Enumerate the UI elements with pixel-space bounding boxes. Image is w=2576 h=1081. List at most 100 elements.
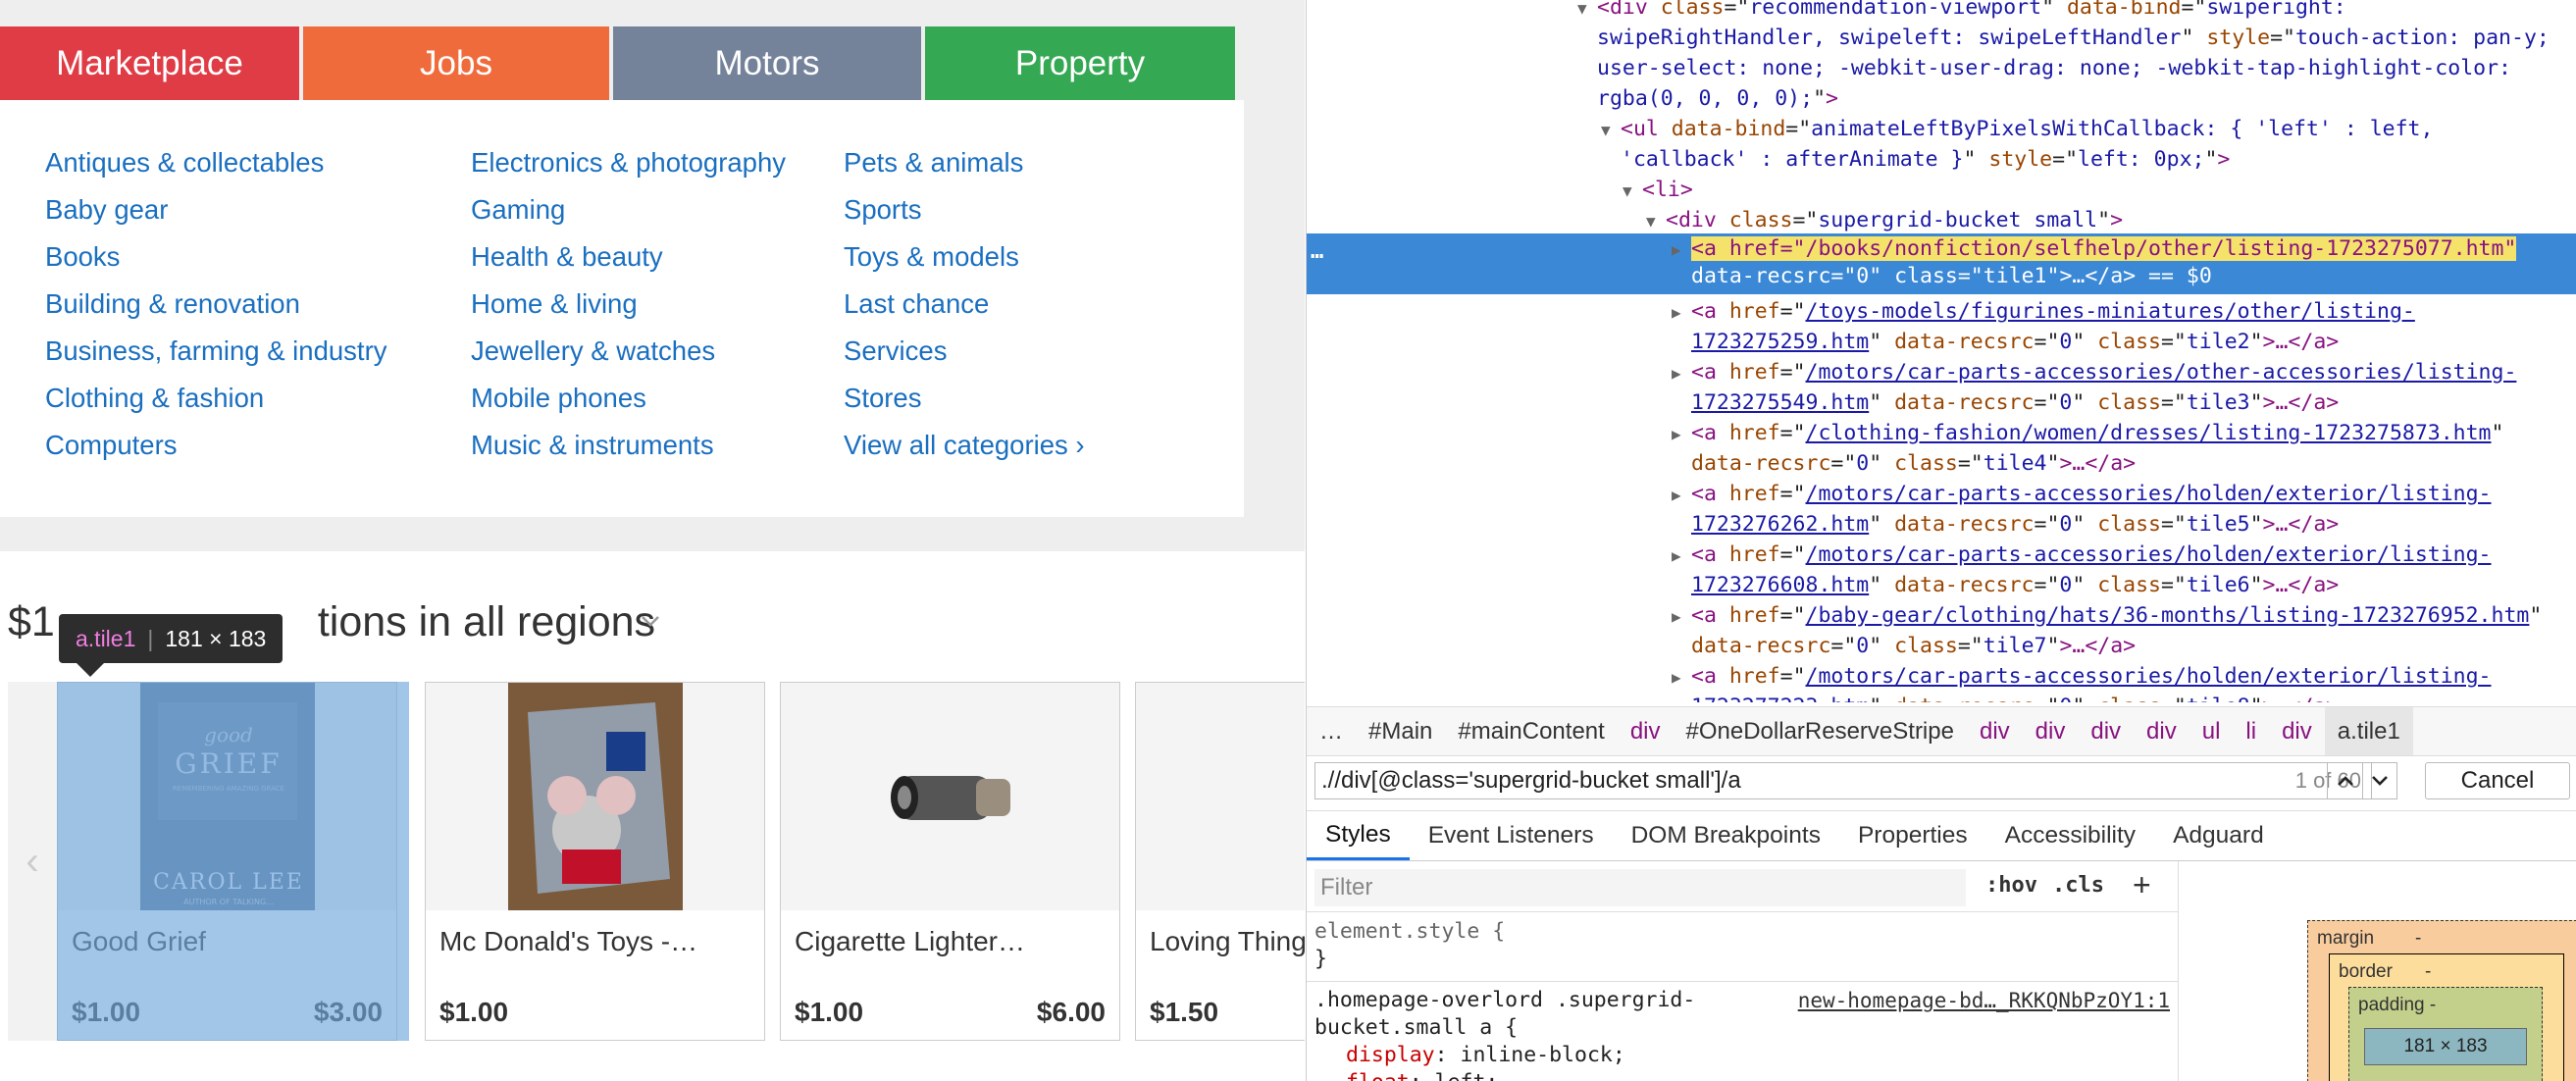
dom-node-line[interactable]: rgba(0, 0, 0, 0);"> [1597, 83, 1838, 114]
expand-triangle-icon[interactable]: ▶ [1672, 297, 1691, 328]
category-link-stores[interactable]: Stores [844, 383, 1085, 430]
tab-event-listeners[interactable]: Event Listeners [1410, 811, 1613, 860]
element-style-rule[interactable]: element.style { [1314, 918, 1505, 946]
tab-dom-breakpoints[interactable]: DOM Breakpoints [1613, 811, 1839, 860]
breadcrumb-item[interactable]: div [2023, 718, 2079, 746]
dom-node-line[interactable]: data-recsrc="0" class="tile4">…</a> [1691, 448, 2136, 479]
breadcrumb-item[interactable]: ul [2190, 718, 2234, 746]
category-link-jewellery-watches[interactable]: Jewellery & watches [471, 335, 786, 383]
cancel-search-button[interactable]: Cancel [2425, 762, 2570, 799]
selected-node-band[interactable]: ▶ <a href="/books/nonfiction/selfhelp/oth… [1307, 233, 2576, 294]
breadcrumb-item[interactable]: … [1307, 718, 1356, 746]
dom-node-line[interactable]: data-recsrc="0" class="tile1">…</a> == $… [1691, 261, 2212, 291]
expand-triangle-icon[interactable]: ▼ [1577, 0, 1597, 24]
category-link-gaming[interactable]: Gaming [471, 194, 786, 241]
xpath-search-input[interactable]: .//div[@class='supergrid-bucket small']/… [1314, 762, 2372, 799]
listing-tile[interactable]: good GRIEF REMEMBERING AMAZING GRACE CAROL … [57, 682, 397, 1041]
prev-match-button[interactable] [2327, 762, 2362, 799]
hover-state-toggle[interactable]: :hov [1985, 873, 2037, 898]
expand-triangle-icon[interactable]: ▶ [1672, 358, 1691, 388]
category-link-home-living[interactable]: Home & living [471, 288, 786, 335]
dom-node-line[interactable]: ▶ <a href="/motors/car-parts-accessories/… [1672, 479, 2492, 509]
new-rule-button[interactable]: + [2133, 867, 2151, 903]
tab-adguard[interactable]: Adguard [2154, 811, 2283, 860]
expand-triangle-icon[interactable]: ▶ [1672, 540, 1691, 571]
dom-node-line[interactable]: ▶ <a href="/motors/car-parts-accessories/… [1672, 661, 2492, 692]
dom-node-line[interactable]: 1723277223.htm" data-recsrc="0" class="t… [1691, 692, 2339, 702]
breadcrumb-item[interactable]: div [2134, 718, 2190, 746]
css-declaration-float[interactable]: float: left; [1346, 1069, 1498, 1081]
styles-filter-input[interactable]: Filter [1314, 869, 1966, 906]
expand-triangle-icon[interactable]: ▶ [1672, 480, 1691, 510]
category-link-building-renovation[interactable]: Building & renovation [45, 288, 386, 335]
category-link-last-chance[interactable]: Last chance [844, 288, 1085, 335]
breadcrumb-item[interactable]: a.tile1 [2324, 706, 2413, 756]
breadcrumb-item[interactable]: #OneDollarReserveStripe [1674, 718, 1967, 746]
elements-dom-tree[interactable]: ▶ <a href="/books/nonfiction/selfhelp/oth… [1307, 0, 2576, 702]
tab-accessibility[interactable]: Accessibility [1986, 811, 2154, 860]
tab-styles[interactable]: Styles [1307, 811, 1410, 860]
class-toggle[interactable]: .cls [2052, 873, 2104, 898]
dom-node-line[interactable]: 'callback' : afterAnimate }" style="left… [1621, 144, 2230, 175]
stripe-title-right[interactable]: tions in all regions [318, 598, 655, 645]
dom-node-line[interactable]: ▶ <a href="/toys-models/figurines-miniatu… [1672, 296, 2415, 327]
dom-node-line[interactable]: swipeRightHandler, swipeleft: swipeLeftH… [1597, 23, 2550, 53]
breadcrumb-item[interactable]: div [1618, 718, 1674, 746]
expand-triangle-icon[interactable]: ▶ [1672, 234, 1691, 265]
category-link-sports[interactable]: Sports [844, 194, 1085, 241]
dom-node-line[interactable]: 1723276262.htm" data-recsrc="0" class="t… [1691, 509, 2339, 540]
dom-node-line[interactable]: ▶ <a href="/clothing-fashion/women/dresse… [1672, 418, 2503, 448]
category-link-pets-animals[interactable]: Pets & animals [844, 147, 1085, 194]
dom-node-line[interactable]: ▼ <li> [1623, 175, 1693, 205]
chevron-down-icon[interactable] [640, 610, 661, 632]
tab-properties[interactable]: Properties [1839, 811, 1986, 860]
breadcrumb-item[interactable]: li [2233, 718, 2269, 746]
node-menu-dots[interactable]: … [1311, 239, 1323, 264]
breadcrumb-item[interactable]: #mainContent [1445, 718, 1617, 746]
css-source-link[interactable]: new-homepage-bd…_RKKQNbPzOY1:1 [1798, 989, 2170, 1012]
category-link-view-all-categories[interactable]: View all categories › [844, 430, 1085, 477]
category-link-books[interactable]: Books [45, 241, 386, 288]
breadcrumb-item[interactable]: div [2078, 718, 2134, 746]
css-declaration-display[interactable]: display: inline-block; [1346, 1042, 1625, 1069]
category-link-toys-models[interactable]: Toys & models [844, 241, 1085, 288]
box-model-content[interactable]: 181 × 183 [2364, 1028, 2527, 1065]
tab-motors[interactable]: Motors [613, 26, 921, 100]
carousel-prev-button[interactable]: ‹ [8, 682, 57, 1041]
expand-triangle-icon[interactable]: ▼ [1623, 176, 1642, 206]
dom-node-line[interactable]: ▼ <div class="recommendation-viewport" da… [1577, 0, 2346, 23]
breadcrumb-item[interactable]: #Main [1356, 718, 1445, 746]
expand-triangle-icon[interactable]: ▶ [1672, 601, 1691, 632]
category-link-mobile-phones[interactable]: Mobile phones [471, 383, 786, 430]
dom-node-line[interactable]: ▶ <a href="/motors/car-parts-accessories/… [1672, 357, 2516, 387]
expand-triangle-icon[interactable]: ▼ [1601, 115, 1621, 145]
category-link-electronics-photography[interactable]: Electronics & photography [471, 147, 786, 194]
tab-jobs[interactable]: Jobs [303, 26, 609, 100]
category-link-clothing-fashion[interactable]: Clothing & fashion [45, 383, 386, 430]
tab-property[interactable]: Property [925, 26, 1235, 100]
listing-tile[interactable]: Mc Donald's Toys -… $1.00 [425, 682, 765, 1041]
dom-node-line[interactable]: 1723275549.htm" data-recsrc="0" class="t… [1691, 387, 2339, 418]
dom-node-line[interactable]: user-select: none; -webkit-user-drag: no… [1597, 53, 2511, 83]
expand-triangle-icon[interactable]: ▶ [1672, 662, 1691, 693]
category-link-antiques-collectables[interactable]: Antiques & collectables [45, 147, 386, 194]
category-link-music-instruments[interactable]: Music & instruments [471, 430, 786, 477]
listing-tile[interactable]: Cigarette Lighter… $1.00 $6.00 [780, 682, 1120, 1041]
dom-node-line[interactable]: 1723276608.htm" data-recsrc="0" class="t… [1691, 570, 2339, 600]
dom-node-line[interactable]: ▶ <a href="/baby-gear/clothing/hats/36-mo… [1672, 600, 2542, 631]
category-link-business-farming-industry[interactable]: Business, farming & industry [45, 335, 386, 383]
dom-node-line[interactable]: data-recsrc="0" class="tile7">…</a> [1691, 631, 2136, 661]
dom-node-line[interactable]: ▼ <div class="supergrid-bucket small"> [1646, 205, 2123, 235]
dom-node-line[interactable]: 1723275259.htm" data-recsrc="0" class="t… [1691, 327, 2339, 357]
category-link-health-beauty[interactable]: Health & beauty [471, 241, 786, 288]
category-link-services[interactable]: Services [844, 335, 1085, 383]
tab-marketplace[interactable]: Marketplace [0, 26, 299, 100]
listing-tile[interactable]: Loving Thing $1.50 [1135, 682, 1305, 1041]
expand-triangle-icon[interactable]: ▶ [1672, 419, 1691, 449]
next-match-button[interactable] [2362, 762, 2397, 799]
category-link-computers[interactable]: Computers [45, 430, 386, 477]
breadcrumb-item[interactable]: div [1967, 718, 2023, 746]
dom-node-line[interactable]: ▶ <a href="/books/nonfiction/selfhelp/oth… [1672, 233, 2517, 265]
category-link-baby-gear[interactable]: Baby gear [45, 194, 386, 241]
dom-node-line[interactable]: ▶ <a href="/motors/car-parts-accessories/… [1672, 540, 2492, 570]
